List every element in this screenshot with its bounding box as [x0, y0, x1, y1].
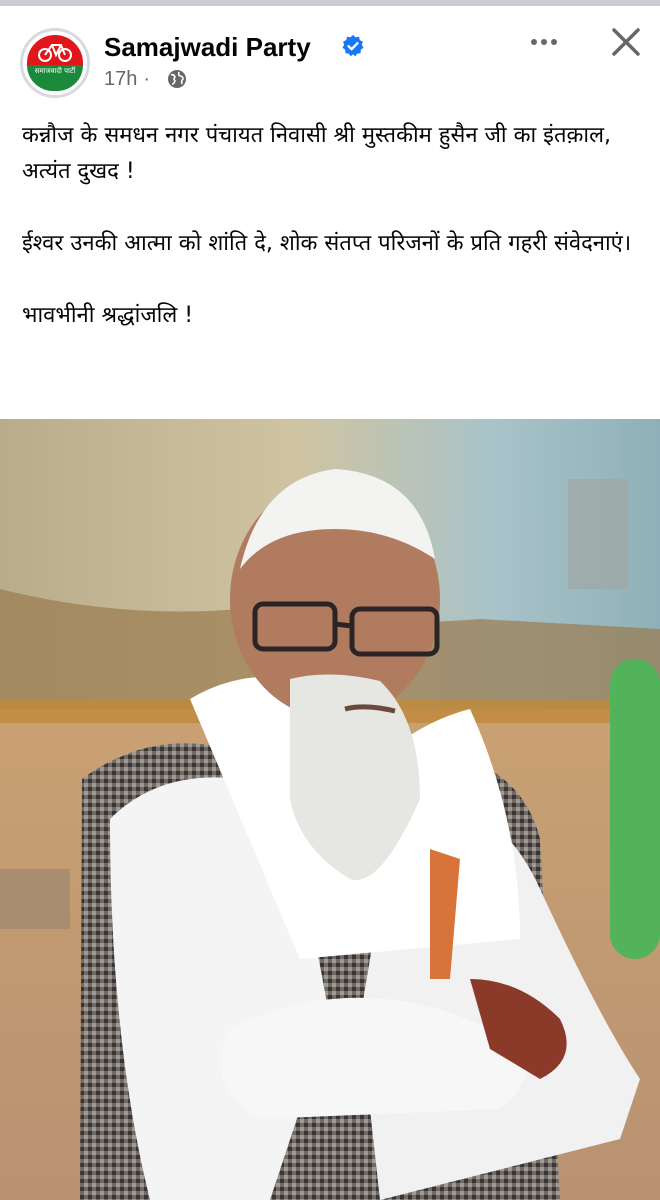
memorial-photo [0, 419, 660, 1200]
page-avatar[interactable]: समाजवादी पार्टी [20, 28, 90, 98]
post-paragraph: कन्नौज के समधन नगर पंचायत निवासी श्री मु… [22, 123, 612, 184]
post-header: समाजवादी पार्टी Samajwadi Party 17h · [0, 0, 660, 98]
more-options-button[interactable] [526, 30, 566, 54]
bicycle-icon [38, 44, 72, 62]
meta-separator: · [143, 68, 151, 90]
globe-icon [168, 70, 186, 88]
post-meta: 17h · [104, 68, 156, 91]
avatar-label: समाजवादी पार्टी [34, 67, 76, 75]
post-timestamp[interactable]: 17h [104, 68, 137, 90]
post-photo[interactable] [0, 419, 660, 1200]
page-name[interactable]: Samajwadi Party [104, 32, 311, 63]
verified-badge-icon [342, 35, 364, 57]
post-paragraph: भावभीनी श्रद्धांजलि ! [22, 303, 194, 328]
post-message: कन्नौज के समधन नगर पंचायत निवासी श्री मु… [22, 118, 642, 370]
post-paragraph: ईश्वर उनकी आत्मा को शांति दे, शोक संतप्त… [22, 231, 632, 256]
more-options-icon [531, 39, 557, 45]
close-icon [612, 28, 640, 56]
close-button[interactable] [606, 22, 646, 62]
